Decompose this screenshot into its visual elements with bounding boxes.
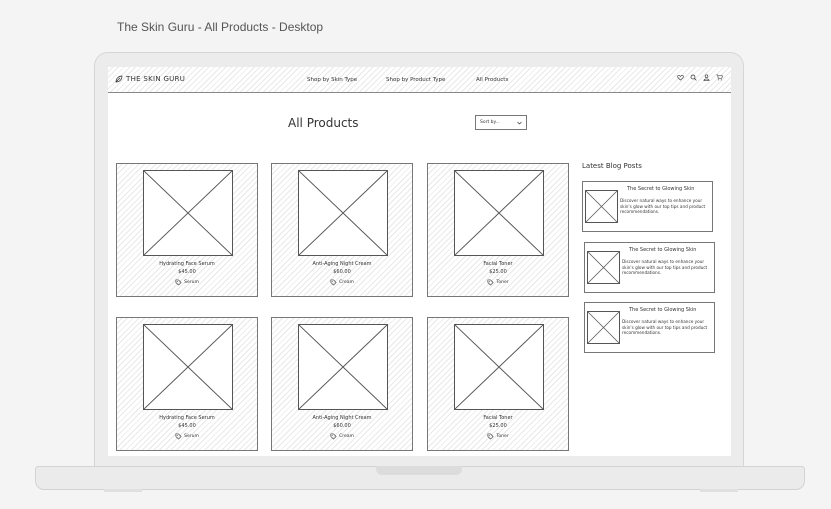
product-name: Anti-Aging Night Cream — [312, 261, 372, 267]
blog-post-card[interactable]: The Secret to Glowing Skin Discover natu… — [584, 242, 715, 293]
tag-icon — [330, 433, 337, 440]
product-image-placeholder — [454, 170, 544, 256]
product-name: Hydrating Face Serum — [159, 261, 215, 267]
product-image-placeholder — [298, 324, 388, 410]
product-tag-label: Toner — [496, 434, 509, 439]
product-tag: Serum — [117, 433, 257, 440]
laptop-foot-left — [104, 489, 142, 492]
blog-post-description: Discover natural ways to enhance your sk… — [620, 198, 706, 214]
heart-icon[interactable] — [677, 74, 684, 81]
product-tag-label: Cream — [339, 434, 354, 439]
product-price: $25.00 — [489, 423, 507, 429]
blog-post-title: The Secret to Glowing Skin — [629, 247, 697, 253]
product-tag: Cream — [272, 433, 412, 440]
product-card[interactable]: Anti-Aging Night Cream $60.00 Cream — [271, 163, 413, 297]
product-tag-label: Serum — [184, 434, 199, 439]
tag-icon — [175, 433, 182, 440]
blog-post-title: The Secret to Glowing Skin — [629, 307, 697, 313]
nav-link-skin-type[interactable]: Shop by Skin Type — [307, 77, 357, 83]
blog-post-description: Discover natural ways to enhance your sk… — [622, 319, 708, 335]
product-price: $45.00 — [178, 269, 196, 275]
sort-dropdown[interactable]: Sort by... — [475, 115, 527, 130]
product-image-placeholder — [298, 170, 388, 256]
product-tag-label: Cream — [339, 280, 354, 285]
blog-post-card[interactable]: The Secret to Glowing Skin Discover natu… — [584, 302, 715, 353]
product-tag: Serum — [117, 279, 257, 286]
sort-dropdown-label: Sort by... — [480, 120, 500, 125]
product-tag: Cream — [272, 279, 412, 286]
blog-post-title: The Secret to Glowing Skin — [627, 186, 695, 192]
page-title: All Products — [288, 116, 359, 130]
blog-thumbnail-placeholder — [585, 190, 618, 223]
blog-heading: Latest Blog Posts — [582, 162, 642, 170]
product-image-placeholder — [454, 324, 544, 410]
user-icon[interactable] — [703, 74, 710, 81]
screen: THE SKIN GURU Shop by Skin Type Shop by … — [108, 67, 731, 456]
blog-post-description: Discover natural ways to enhance your sk… — [622, 259, 708, 275]
product-tag-label: Toner — [496, 280, 509, 285]
blog-post-card[interactable]: The Secret to Glowing Skin Discover natu… — [582, 181, 713, 232]
product-name: Facial Toner — [483, 415, 513, 421]
laptop-notch — [376, 466, 462, 475]
product-tag: Toner — [428, 279, 568, 286]
product-name: Anti-Aging Night Cream — [312, 415, 372, 421]
leaf-logo-icon — [115, 75, 123, 83]
frame-title: The Skin Guru - All Products - Desktop — [117, 20, 324, 34]
product-card[interactable]: Facial Toner $25.00 Toner — [427, 317, 569, 451]
laptop-foot-right — [700, 489, 738, 492]
product-image-placeholder — [143, 324, 233, 410]
product-price: $60.00 — [333, 269, 351, 275]
product-image-placeholder — [143, 170, 233, 256]
product-price: $45.00 — [178, 423, 196, 429]
nav-link-product-type[interactable]: Shop by Product Type — [386, 77, 445, 83]
product-card[interactable]: Hydrating Face Serum $45.00 Serum — [116, 317, 258, 451]
logo[interactable]: THE SKIN GURU — [115, 75, 185, 83]
tag-icon — [487, 433, 494, 440]
logo-text: THE SKIN GURU — [126, 75, 186, 83]
product-tag: Toner — [428, 433, 568, 440]
product-card[interactable]: Facial Toner $25.00 Toner — [427, 163, 569, 297]
product-name: Facial Toner — [483, 261, 513, 267]
product-card[interactable]: Anti-Aging Night Cream $60.00 Cream — [271, 317, 413, 451]
tag-icon — [487, 279, 494, 286]
search-icon[interactable] — [690, 74, 697, 81]
nav-icons — [677, 74, 723, 81]
chevron-down-icon — [517, 121, 522, 124]
navbar: THE SKIN GURU Shop by Skin Type Shop by … — [108, 67, 731, 93]
nav-link-all-products[interactable]: All Products — [476, 77, 508, 83]
product-price: $60.00 — [333, 423, 351, 429]
product-card[interactable]: Hydrating Face Serum $45.00 Serum — [116, 163, 258, 297]
product-name: Hydrating Face Serum — [159, 415, 215, 421]
tag-icon — [330, 279, 337, 286]
cart-icon[interactable] — [716, 74, 723, 81]
blog-thumbnail-placeholder — [587, 251, 620, 284]
tag-icon — [175, 279, 182, 286]
blog-thumbnail-placeholder — [587, 311, 620, 344]
product-price: $25.00 — [489, 269, 507, 275]
product-tag-label: Serum — [184, 280, 199, 285]
